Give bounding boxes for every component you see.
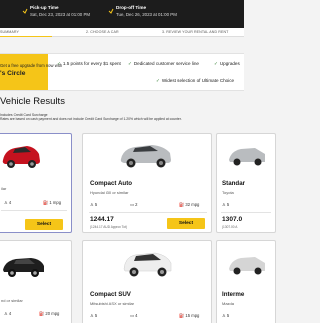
divider [1, 210, 67, 211]
passenger-count: ♙ 5 [222, 202, 230, 207]
price-note: (1307.00 A [222, 225, 238, 229]
car-image [229, 257, 265, 275]
bag-count: ▭ 2 [130, 202, 138, 207]
pickup-time-label: Pick-up Time [30, 5, 59, 10]
fuel-economy: ⛽ 32 mpg [179, 202, 200, 207]
passenger-count: ♙ 5 [90, 313, 98, 318]
page-title: Vehicle Results [0, 96, 65, 107]
check-icon: ✓ [156, 78, 160, 83]
car-similar-text: ilar [1, 186, 7, 191]
car-image [2, 146, 40, 168]
promo-highlight: Get a free upgrade from now with 's Circ… [0, 54, 62, 90]
passenger-count: ♙ 5 [90, 202, 98, 207]
calendar-check-icon [108, 8, 114, 14]
vehicle-card[interactable]: ilar ♙ 4 ⛽ 1 mpg Select [0, 133, 72, 233]
passenger-count: ♙ 4 [4, 200, 12, 205]
fuel-economy: ⛽ 20 mpg [39, 311, 60, 316]
check-icon: ✓ [128, 61, 132, 66]
passenger-count: ♙ 5 [222, 313, 230, 318]
step-review[interactable]: 3. REVIEW YOUR RENTAL AND RENT [162, 30, 228, 34]
car-model: Hyundai i30 or similar [90, 190, 129, 195]
promo-line-2: 's Circle [0, 70, 26, 77]
step-choose-car[interactable]: 2. CHOOSE A CAR [86, 30, 119, 34]
bag-count: ▭ 4 [130, 313, 138, 318]
vehicle-card-compact-auto[interactable]: Compact Auto Hyundai i30 or similar ♙ 5 … [82, 133, 212, 233]
loyalty-promo-banner: Get a free upgrade from now with 's Circ… [0, 53, 244, 91]
car-category: Interme [222, 291, 245, 298]
total-price: 1244.17 [90, 216, 114, 223]
price-note: (1244.17 AUD Approx Tot) [90, 225, 127, 229]
vehicle-card-compact-suv[interactable]: Compact SUV Mitsubishi ASX or similar ♙ … [82, 240, 212, 323]
benefit-upgrades: ✓ Upgrades [214, 61, 240, 66]
rate-note: Rates are based on cash payment and does… [0, 117, 182, 121]
passenger-count: ♙ 4 [4, 311, 12, 316]
divider [221, 212, 271, 213]
check-icon: ✓ [57, 61, 61, 66]
select-button[interactable]: Select [167, 218, 205, 229]
car-image [3, 258, 44, 277]
benefit-points: ✓ 1.5 points for every $1 spent [57, 61, 121, 66]
benefit-ultimate-choice: ✓ Widest selection of Ultimate Choice [156, 78, 235, 83]
pickup-time[interactable]: Pick-up Time Sat, Dec 23, 2023 at 01:00 … [30, 5, 90, 17]
step-progress-bar [0, 36, 52, 37]
car-image [120, 145, 171, 168]
booking-steps: SUMMARY 2. CHOOSE A CAR 3. REVIEW YOUR R… [0, 28, 244, 37]
dropoff-time[interactable]: Drop-off Time Tue, Dec 26, 2023 at 01:00… [116, 5, 177, 17]
car-category: Standar [222, 180, 246, 187]
car-category: Compact Auto [90, 180, 133, 187]
car-model: Mazda [222, 301, 235, 306]
dropoff-time-label: Drop-off Time [116, 5, 147, 10]
step-summary[interactable]: SUMMARY [0, 30, 19, 34]
dropoff-time-value: Tue, Dec 26, 2023 at 01:00 PM [116, 12, 177, 17]
check-icon: ✓ [214, 61, 218, 66]
fuel-economy: ⛽ 15 mpg [179, 313, 200, 318]
vehicle-card[interactable]: nd or similar ♙ 4 ⛽ 20 mpg [0, 240, 72, 323]
divider [89, 212, 207, 213]
car-model: Toyota [222, 190, 234, 195]
vehicle-card-standard[interactable]: Standar Toyota ♙ 5 1307.0 (1307.00 A [216, 133, 276, 233]
car-image [229, 148, 265, 166]
car-category: Compact SUV [90, 291, 131, 298]
promo-line-1: Get a free upgrade from now with [0, 63, 63, 68]
total-price: 1307.0 [222, 216, 243, 223]
rental-header-bar: Pick-up Time Sat, Dec 23, 2023 at 01:00 … [0, 0, 244, 28]
fuel-economy: ⛽ 1 mpg [43, 200, 62, 205]
pickup-time-value: Sat, Dec 23, 2023 at 01:00 PM [30, 12, 91, 17]
calendar-check-icon [22, 8, 28, 14]
benefit-service: ✓ Dedicated customer service line [128, 61, 199, 66]
car-image [123, 252, 172, 277]
car-similar-text: nd or similar [1, 298, 23, 303]
select-button[interactable]: Select [25, 219, 63, 230]
vehicle-card-intermediate[interactable]: Interme Mazda ♙ 5 [216, 240, 276, 323]
car-model: Mitsubishi ASX or similar [90, 301, 135, 306]
